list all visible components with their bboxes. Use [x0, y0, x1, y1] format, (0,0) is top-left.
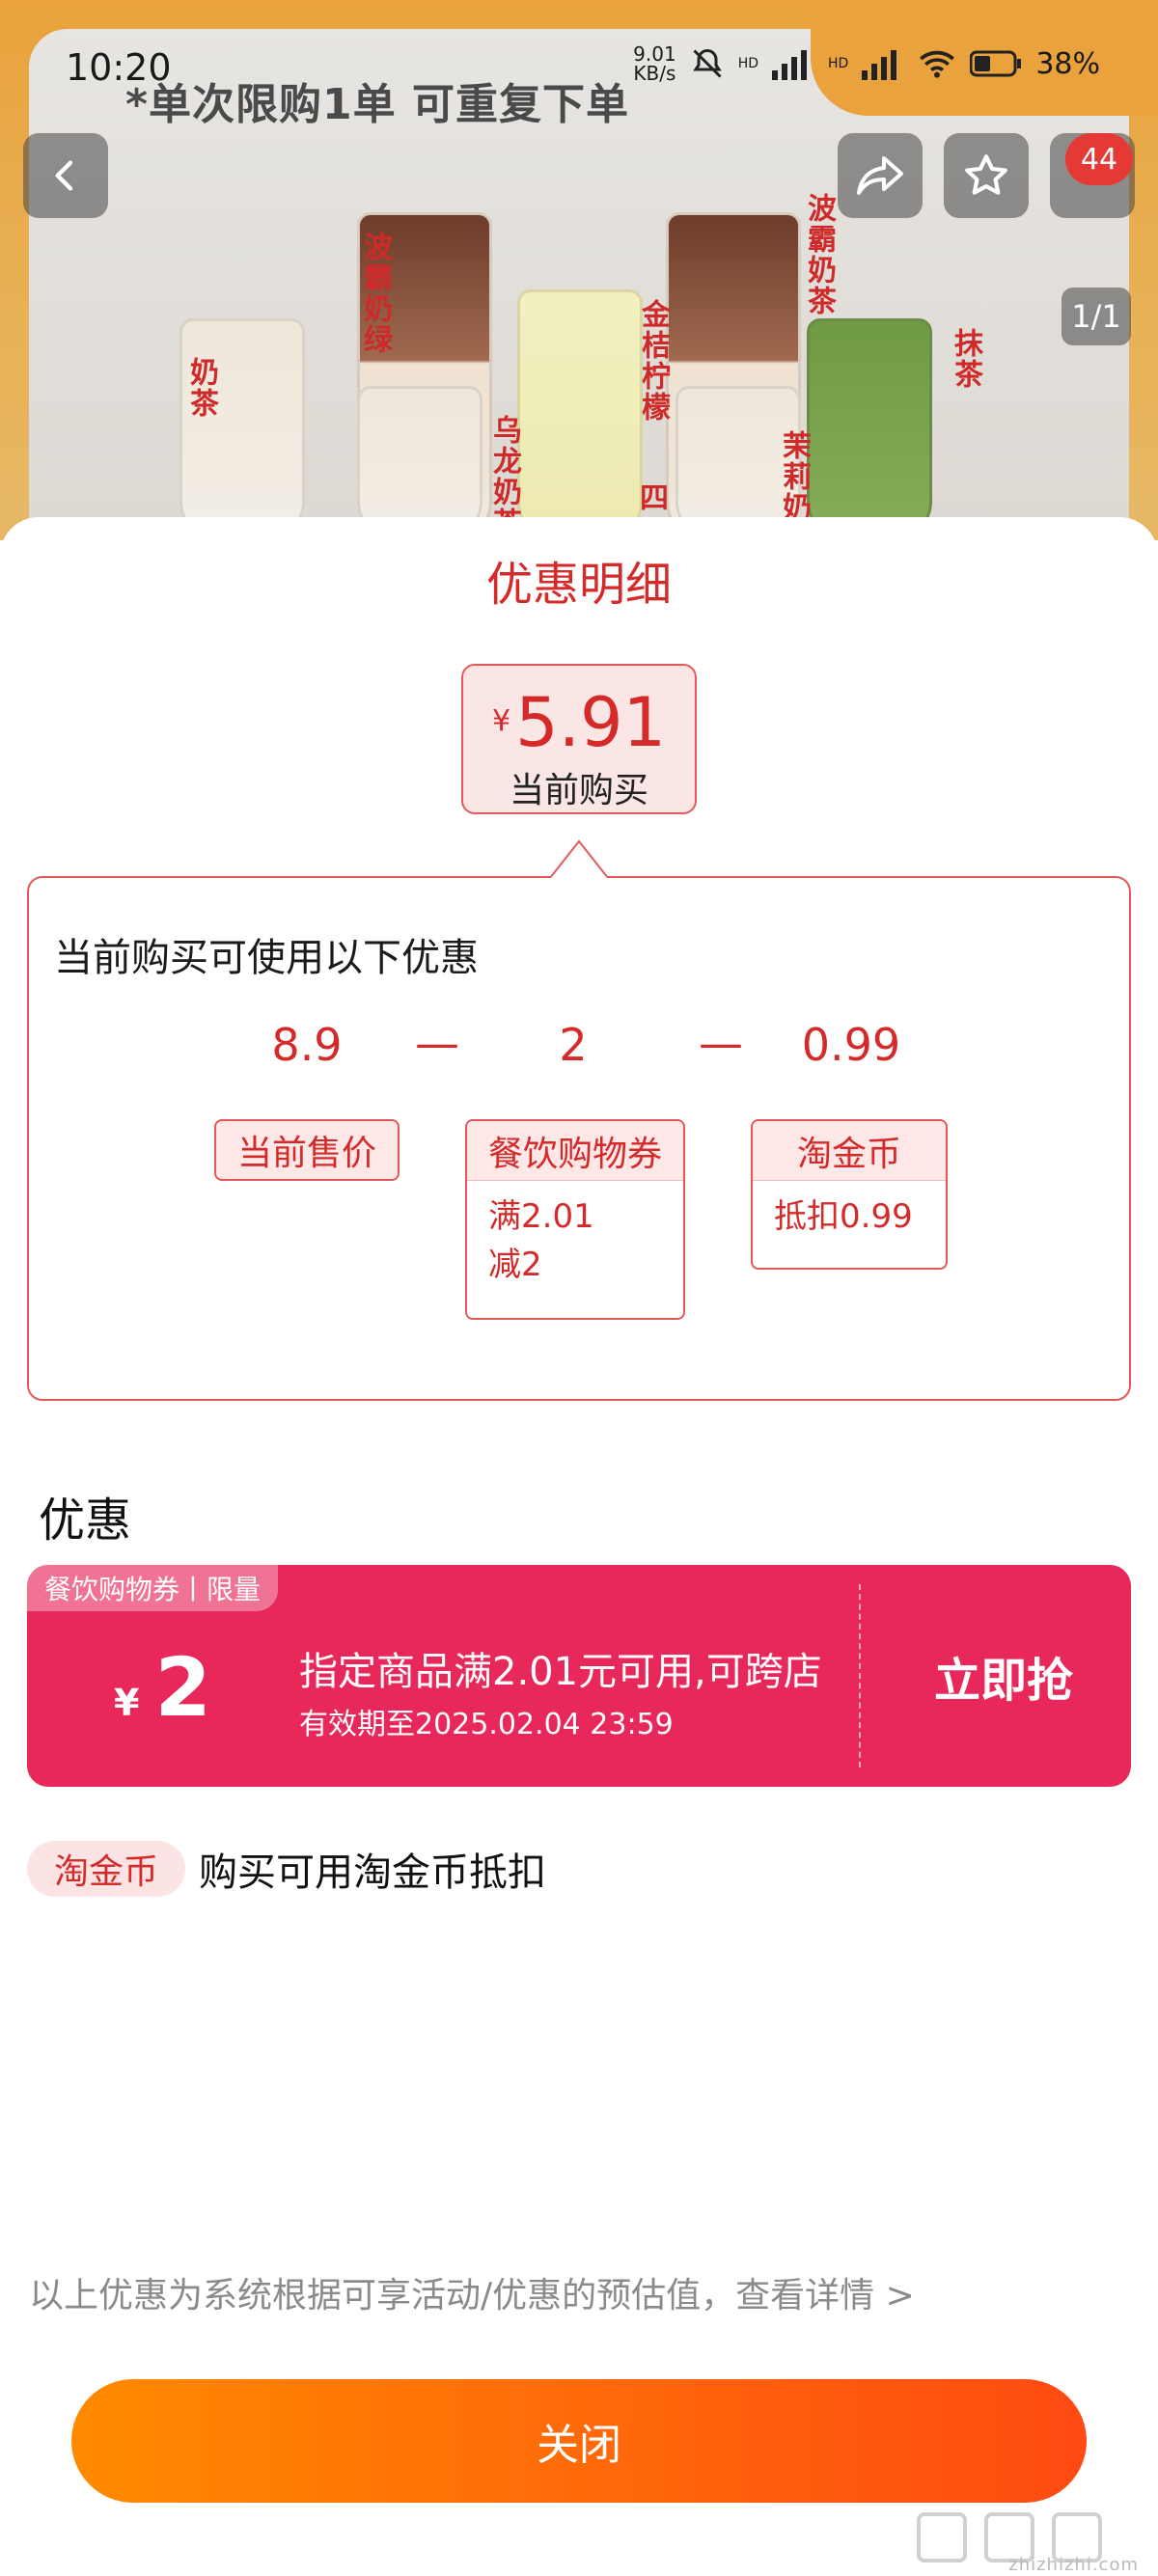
share-icon [857, 156, 903, 195]
back-button[interactable] [23, 133, 108, 218]
close-button[interactable]: 关闭 [71, 2379, 1087, 2503]
breakdown-heading: 当前购买可使用以下优惠 [54, 936, 479, 980]
star-icon [965, 154, 1007, 195]
drink-cup-matcha [807, 318, 932, 540]
cart-count-badge: 44 [1065, 133, 1133, 185]
cup-label: 波霸奶茶 [802, 193, 836, 316]
share-button[interactable] [838, 133, 923, 218]
coupon-breakdown-body: 满2.01 减2 [467, 1181, 683, 1301]
cup-label: 四 [634, 482, 668, 513]
estimate-note-link[interactable]: 以上优惠为系统根据可享活动/优惠的预估值，查看详情 > [29, 2267, 915, 2317]
status-bar: 10:20 9.01 KB/s HD HD 38% [0, 0, 1158, 89]
coin-breakdown-body: 抵扣0.99 [753, 1181, 946, 1252]
status-time: 10:20 [66, 46, 172, 89]
cup-label: 波霸奶绿 [358, 232, 392, 355]
current-price-box: ¥ 5.91 当前购买 [461, 664, 697, 814]
watermark-url: zhizhizhi.com [1008, 2555, 1139, 2575]
coupon-threshold: 满2.01 [488, 1197, 594, 1236]
network-speed: 9.01 KB/s [633, 44, 676, 83]
discount-breakdown-box: 当前购买可使用以下优惠 8.9 — 2 — 0.99 当前售价 餐饮购物券 满2… [27, 876, 1131, 1401]
coupon-amount-value: 2 [154, 1640, 211, 1735]
pointer-arrow [550, 839, 608, 878]
discount-detail-sheet: 优惠明细 ¥ 5.91 当前购买 当前购买可使用以下优惠 8.9 — 2 — 0… [0, 517, 1158, 2576]
coupon-currency-symbol: ¥ [114, 1682, 140, 1724]
coupon-card: 餐饮购物券丨限量 ¥ 2 指定商品满2.01元可用,可跨店 有效期至2025.0… [27, 1565, 1131, 1787]
coin-breakdown-card: 淘金币 抵扣0.99 [751, 1119, 948, 1270]
coupon-breakdown-card: 餐饮购物券 满2.01 减2 [465, 1119, 685, 1320]
coin-deduction: 抵扣0.99 [774, 1197, 913, 1236]
original-price-value: 8.9 [271, 1019, 343, 1071]
coupon-divider [859, 1584, 861, 1768]
network-speed-unit: KB/s [633, 62, 676, 85]
coupon-type-tag: 餐饮购物券丨限量 [27, 1565, 279, 1611]
signal-icon [862, 50, 897, 80]
drink-cup-milk-tea [179, 318, 305, 540]
estimate-note-text: 以上优惠为系统根据可享活动/优惠的预估值，查看详情 > [29, 2276, 915, 2316]
coin-discount-value: 0.99 [801, 1019, 901, 1071]
signal-icon [772, 50, 807, 80]
image-page-indicator: 1/1 [1062, 288, 1131, 345]
status-icons: 9.01 KB/s HD HD 38% [633, 44, 1100, 83]
currency-symbol: ¥ [491, 704, 511, 738]
battery-level: 38% [1035, 46, 1100, 81]
coin-row: 淘金币 购买可用淘金币抵扣 [27, 1841, 546, 1897]
coupon-discount-value: 2 [559, 1019, 588, 1071]
cup-label: 奶茶 [184, 357, 218, 419]
battery-icon [970, 50, 1022, 77]
discounts-section-title: 优惠 [39, 1494, 132, 1548]
network-speed-value: 9.01 [633, 42, 676, 66]
grab-coupon-button[interactable]: 立即抢 [876, 1565, 1131, 1787]
current-price-value: 5.91 [515, 683, 667, 762]
coupon-validity: 有效期至2025.02.04 23:59 [299, 1708, 674, 1741]
coupon-description: 指定商品满2.01元可用,可跨店 [299, 1650, 822, 1694]
coupon-reduction: 减2 [488, 1246, 542, 1284]
cup-label: 抹茶 [949, 328, 982, 390]
coupon-amount: ¥ 2 [114, 1640, 211, 1735]
mute-icon [692, 48, 722, 78]
current-price-caption: 当前购买 [509, 771, 648, 810]
hd-label: HD [737, 56, 758, 71]
coin-breakdown-title: 淘金币 [753, 1121, 946, 1181]
original-price-tag: 当前售价 [214, 1119, 400, 1181]
coin-tag: 淘金币 [27, 1841, 186, 1897]
hd-label: HD [828, 56, 849, 71]
sheet-title: 优惠明细 [485, 558, 672, 612]
drink-cup-lemon [517, 289, 643, 540]
coupon-breakdown-title: 餐饮购物券 [467, 1121, 683, 1181]
wifi-icon [920, 50, 955, 78]
current-price: ¥ 5.91 [463, 683, 695, 762]
cup-label: 茉莉奶 [777, 430, 811, 523]
coin-description: 购买可用淘金币抵扣 [199, 1850, 547, 1895]
cup-label: 金桔柠檬 [636, 299, 670, 423]
chevron-left-icon [55, 160, 73, 191]
favorite-button[interactable] [944, 133, 1029, 218]
minus-operator: — [415, 1017, 459, 1069]
